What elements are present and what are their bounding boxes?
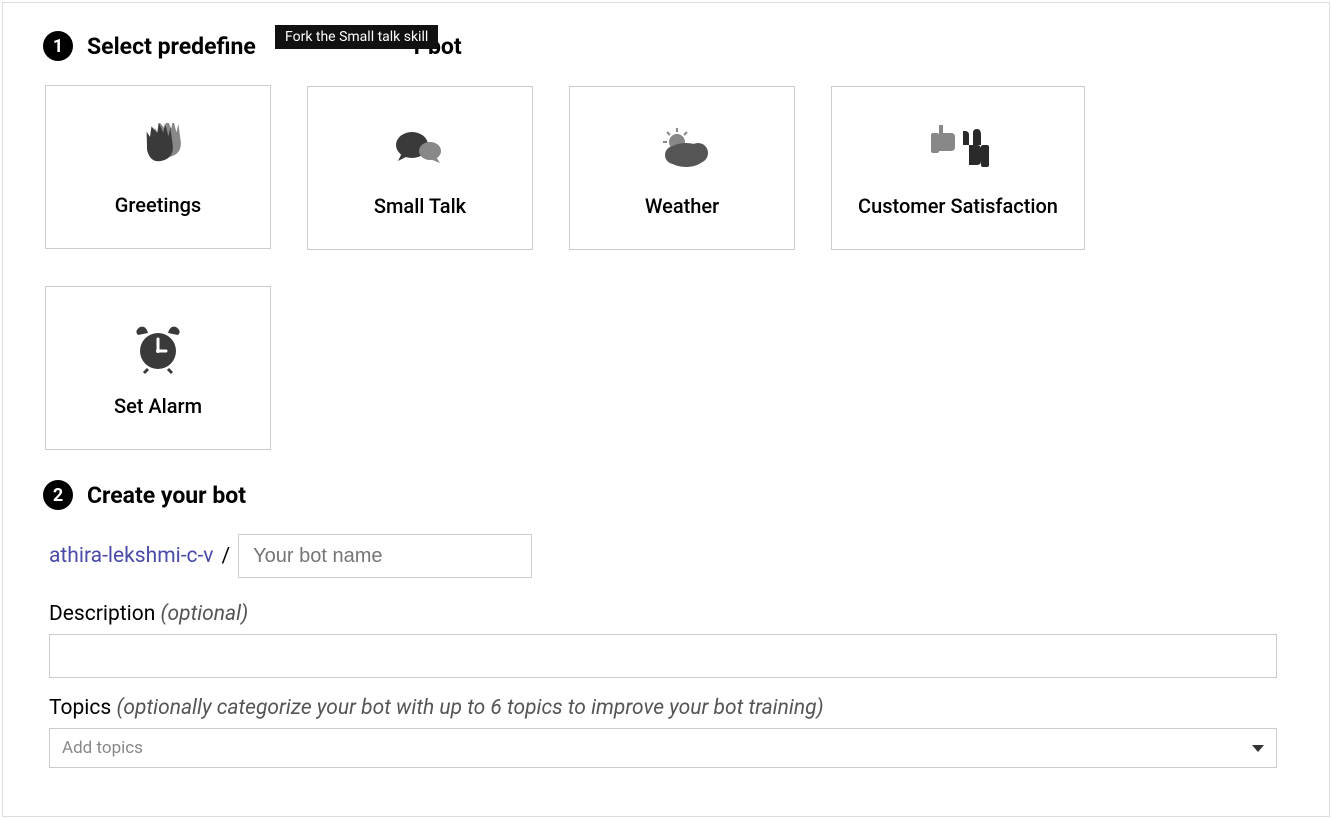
topics-optional: (optionally categorize your bot with up … xyxy=(116,696,823,720)
skill-card-small-talk[interactable]: Small Talk xyxy=(307,86,533,250)
description-label: Description (optional) xyxy=(49,602,1289,626)
waving-hand-icon xyxy=(128,121,188,175)
description-field: Description (optional) xyxy=(49,602,1289,678)
skill-card-greetings[interactable]: Greetings xyxy=(45,85,271,249)
step1-title-prefix: Select predefine xyxy=(87,33,256,60)
path-separator: / xyxy=(221,544,230,568)
step2-title: Create your bot xyxy=(87,482,246,509)
step2-header: 2 Create your bot xyxy=(43,480,1289,510)
chevron-down-icon xyxy=(1252,745,1264,752)
skill-label: Small Talk xyxy=(374,194,466,218)
weather-icon xyxy=(650,122,714,176)
skill-label: Customer Satisfaction xyxy=(858,194,1058,218)
topics-placeholder: Add topics xyxy=(62,738,143,758)
description-optional: (optional) xyxy=(161,602,249,626)
skill-card-weather[interactable]: Weather xyxy=(569,86,795,250)
skill-label: Set Alarm xyxy=(114,394,202,418)
username-link[interactable]: athira-lekshmi-c-v xyxy=(49,544,213,568)
topics-label: Topics (optionally categorize your bot w… xyxy=(49,696,1289,720)
bot-name-row: athira-lekshmi-c-v / xyxy=(49,534,1289,578)
description-input[interactable] xyxy=(49,634,1277,678)
skills-grid: Greetings Small Talk xyxy=(45,85,1165,450)
chat-bubbles-icon xyxy=(390,122,450,176)
skill-card-customer-satisfaction[interactable]: Customer Satisfaction xyxy=(831,86,1085,250)
step1-number-badge: 1 xyxy=(43,31,73,61)
fork-tooltip: Fork the Small talk skill xyxy=(275,25,438,49)
step2-number-badge: 2 xyxy=(43,480,73,510)
topics-field: Topics (optionally categorize your bot w… xyxy=(49,696,1289,768)
main-container: 1 Select predefiner bot Fork the Small t… xyxy=(2,2,1330,817)
alarm-clock-icon xyxy=(130,322,186,376)
skill-label: Weather xyxy=(645,194,719,218)
thumbs-icon xyxy=(921,122,995,176)
step1-header: 1 Select predefiner bot xyxy=(43,31,1289,61)
topics-label-text: Topics xyxy=(49,696,111,720)
bot-name-input[interactable] xyxy=(238,534,532,578)
topics-select[interactable]: Add topics xyxy=(49,728,1277,768)
description-label-text: Description xyxy=(49,602,155,626)
skill-label: Greetings xyxy=(115,193,201,217)
skill-card-set-alarm[interactable]: Set Alarm xyxy=(45,286,271,450)
